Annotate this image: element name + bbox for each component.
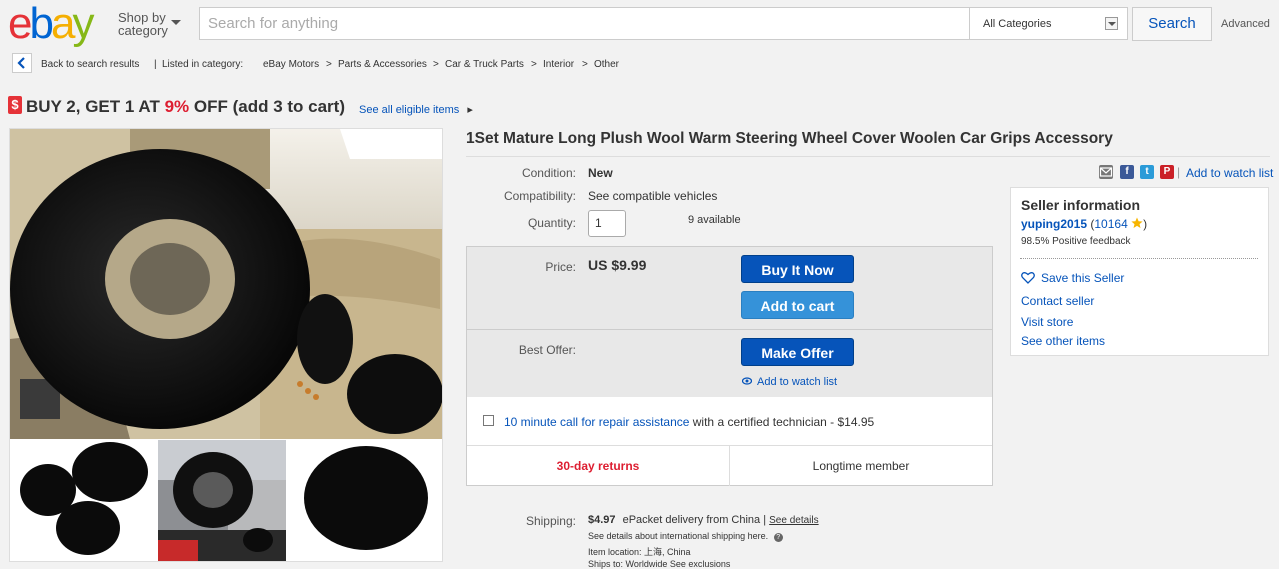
repair-text: with a certified technician - $14.95 — [692, 415, 875, 429]
promo-percent: 9% — [164, 97, 190, 116]
listing-title: 1Set Mature Long Plush Wool Warm Steerin… — [466, 130, 1113, 147]
triangle-right-icon: ▸ — [467, 104, 473, 116]
divider — [1020, 258, 1258, 259]
thumbnail-photo — [158, 440, 286, 561]
repair-checkbox[interactable] — [483, 415, 494, 426]
dropdown-arrow-icon — [1105, 17, 1118, 30]
breadcrumb-car-truck-parts[interactable]: Car & Truck Parts — [445, 59, 524, 70]
seller-name-link[interactable]: yuping2015 — [1021, 217, 1087, 231]
listed-in-label: Listed in category: — [162, 59, 244, 70]
ebay-logo[interactable]: ebay — [8, 2, 94, 46]
positive-feedback: 98.5% Positive feedback — [1021, 236, 1131, 247]
back-button[interactable] — [12, 53, 32, 73]
help-icon[interactable]: ? — [773, 533, 783, 542]
breadcrumb-other[interactable]: Other — [594, 59, 619, 70]
breadcrumb-arrow: > — [433, 59, 439, 70]
see-compatible-vehicles-link[interactable]: See compatible vehicles — [588, 189, 717, 203]
quantity-input[interactable]: 1 — [588, 210, 626, 237]
see-eligible-label: See all eligible items — [359, 104, 460, 116]
shop-by-line2: category — [118, 23, 168, 38]
shop-by-category-button[interactable]: Shop by category — [118, 11, 181, 38]
best-offer-label: Best Offer: — [518, 343, 576, 357]
item-location: Item location: 上海, China — [588, 547, 691, 557]
divider — [466, 156, 1270, 157]
thumbnail-3[interactable] — [288, 440, 442, 561]
add-to-watch-list-link[interactable]: Add to watch list — [1186, 166, 1273, 180]
see-details-link[interactable]: See details — [769, 515, 818, 526]
see-other-items-link[interactable]: See other items — [1021, 334, 1105, 348]
price-value: US $9.99 — [588, 257, 647, 273]
watch-label: Add to watch list — [757, 376, 838, 388]
seller-heading: Seller information — [1021, 197, 1141, 213]
repair-offer: 10 minute call for repair assistance wit… — [504, 415, 874, 429]
see-eligible-items-link[interactable]: See all eligible items ▸ — [359, 103, 473, 116]
share-separator: | — [1177, 165, 1181, 179]
compatibility-label: Compatibility: — [503, 189, 576, 203]
twitter-icon[interactable]: t — [1140, 165, 1154, 179]
image-gallery — [9, 128, 443, 562]
ships-to: Ships to: Worldwide See exclusions — [588, 559, 731, 569]
price-label: Price: — [545, 260, 576, 274]
breadcrumb-parts-accessories[interactable]: Parts & Accessories — [338, 59, 427, 70]
shipping-method: ePacket delivery from China | — [622, 514, 767, 526]
category-select[interactable]: All Categories — [970, 7, 1128, 40]
chevron-down-icon — [171, 20, 181, 25]
repair-assistance-link[interactable]: 10 minute call for repair assistance — [504, 415, 689, 429]
intl-note-text: See details about international shipping… — [588, 531, 769, 541]
save-seller-link[interactable]: Save this Seller — [1021, 271, 1124, 285]
breadcrumb-ebay-motors[interactable]: eBay Motors — [263, 59, 319, 70]
breadcrumb-arrow: > — [531, 59, 537, 70]
advanced-search-link[interactable]: Advanced — [1221, 18, 1270, 30]
thumbnail-photo — [288, 440, 442, 561]
visit-store-link[interactable]: Visit store — [1021, 315, 1073, 329]
contact-seller-link[interactable]: Contact seller — [1021, 294, 1094, 308]
product-photo — [10, 129, 442, 439]
shipping-label: Shipping: — [525, 514, 576, 528]
condition-value: New — [588, 166, 613, 180]
add-to-cart-button[interactable]: Add to cart — [741, 291, 854, 319]
returns-badge: 30-day returns — [556, 459, 640, 473]
chevron-left-icon — [17, 57, 25, 69]
quantity-label: Quantity: — [527, 216, 576, 230]
promo-banner: BUY 2, GET 1 AT 9% OFF (add 3 to cart) — [26, 97, 345, 117]
search-box — [199, 7, 970, 40]
promo-text-after: OFF (add 3 to cart) — [193, 97, 345, 116]
condition-label: Condition: — [521, 166, 576, 180]
seller-score-link[interactable]: 10164 — [1094, 217, 1127, 231]
envelope-shape — [1099, 167, 1113, 177]
facebook-icon[interactable]: f — [1120, 165, 1134, 179]
shipping-price: $4.97 — [588, 514, 616, 526]
shipping-info: $4.97 ePacket delivery from China | See … — [588, 514, 819, 526]
save-seller-label: Save this Seller — [1041, 271, 1125, 285]
international-shipping-note: See details about international shipping… — [588, 531, 783, 542]
member-badge: Longtime member — [812, 459, 910, 473]
mail-icon[interactable] — [1099, 165, 1113, 179]
star-icon — [1131, 217, 1143, 228]
heart-icon — [1021, 272, 1035, 284]
buy-it-now-button[interactable]: Buy It Now — [741, 255, 854, 283]
thumbnail-2[interactable] — [158, 440, 286, 561]
seller-name-row: yuping2015 (10164 ) — [1021, 217, 1148, 231]
breadcrumb-interior[interactable]: Interior — [543, 59, 574, 70]
main-product-image[interactable] — [10, 129, 442, 439]
breadcrumb-arrow: > — [582, 59, 588, 70]
dollar-tag-icon: $ — [8, 96, 22, 114]
divider — [467, 329, 992, 330]
search-button[interactable]: Search — [1132, 7, 1212, 41]
breadcrumb-arrow: > — [326, 59, 332, 70]
category-selected: All Categories — [983, 18, 1052, 30]
available-count: 9 available — [688, 214, 741, 226]
make-offer-button[interactable]: Make Offer — [741, 338, 854, 366]
back-to-search-link[interactable]: Back to search results — [41, 59, 139, 70]
promo-text-before: BUY 2, GET 1 AT — [26, 97, 160, 116]
breadcrumb-separator: | — [154, 59, 157, 70]
pinterest-icon[interactable]: P — [1160, 165, 1174, 179]
eye-icon — [741, 377, 753, 385]
thumbnail-1[interactable] — [10, 440, 156, 561]
add-to-watch-list-link-panel[interactable]: Add to watch list — [741, 376, 838, 388]
search-input[interactable] — [200, 8, 969, 39]
thumbnail-photo — [10, 440, 156, 561]
